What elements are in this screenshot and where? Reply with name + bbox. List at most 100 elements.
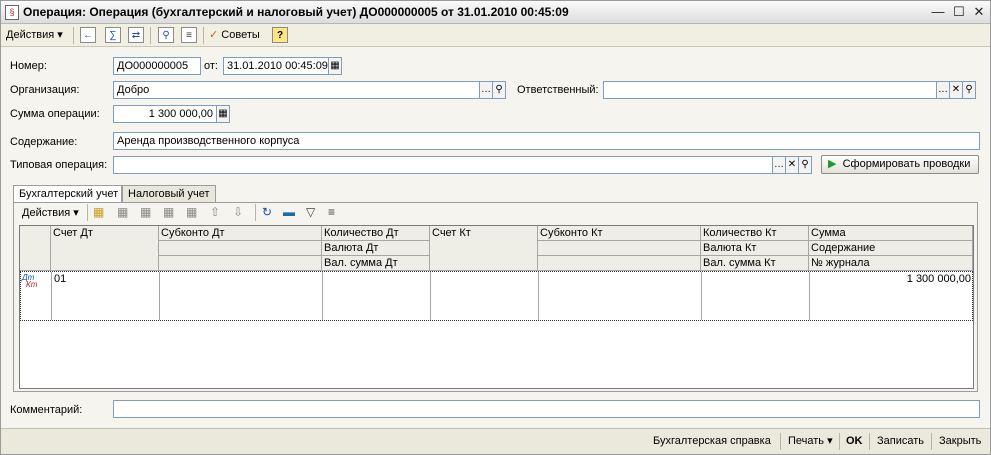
date-label: от: [204,60,218,72]
footer-bar: Бухгалтерская справка Печать ▾ OK Записа… [1,428,990,454]
header-valuta-kt[interactable]: Валюта Кт [701,241,809,256]
search-icon[interactable]: ⚲ [799,156,812,174]
org-label: Организация: [10,84,80,96]
header-soderzhanie[interactable]: Содержание [809,241,973,256]
move-down-icon[interactable]: ⇩ [233,205,243,219]
document-icon: § [5,5,19,20]
sum-label: Сумма операции: [10,108,100,120]
date-field[interactable]: 31.01.2010 00:45:09 [223,57,329,75]
actions-menu-button[interactable]: Действия ▾ [6,26,63,44]
cell-subkonto-kt[interactable] [539,272,702,320]
filter-icon[interactable]: ▽ [306,205,315,219]
typical-field[interactable] [113,156,773,174]
play-icon: ▶ [828,158,837,170]
refresh-icon[interactable]: ↻ [262,205,272,219]
row-indicator: Дт Кт [21,272,52,320]
search-icon[interactable]: ⚲ [493,81,506,99]
delete-row-icon[interactable]: ▦ [163,205,174,219]
structure-icon[interactable]: ⇄ [128,27,144,43]
content-label: Содержание: [10,136,78,148]
maximize-icon[interactable]: ☐ [951,4,967,20]
ok-button[interactable]: OK [846,434,863,448]
comment-label: Комментарий: [10,404,83,416]
ellipsis-icon[interactable]: … [937,81,950,99]
cell-kol-kt[interactable] [702,272,810,320]
save-button[interactable]: Записать [877,434,924,448]
responsible-field[interactable] [603,81,937,99]
tab-tax[interactable]: Налоговый учет [122,185,216,202]
comment-field[interactable] [113,400,980,418]
cell-subkonto-dt[interactable] [160,272,323,320]
header-kol-kt[interactable]: Количество Кт [701,226,809,241]
header-kol-dt[interactable]: Количество Дт [322,226,430,241]
edit-row-icon[interactable]: ▦ [140,205,151,219]
number-field[interactable]: ДО000000005 [113,57,201,75]
org-field[interactable]: Добро [113,81,480,99]
dropdown-icon: ▾ [827,435,833,447]
toolbar-separator [150,27,151,44]
table-actions-label: Действия [22,207,71,219]
fill-icon[interactable]: ▬ [283,205,295,219]
move-up-icon[interactable]: ⇧ [210,205,220,219]
typical-label: Типовая операция: [10,159,108,171]
dropdown-icon: ▾ [57,29,63,41]
toolbar-separator [87,204,88,221]
copy-row-icon[interactable]: ▦ [117,205,128,219]
header-valuta-dt[interactable]: Валюта Дт [322,241,430,256]
calendar-icon[interactable]: ▦ [329,57,342,75]
print-button[interactable]: Печать ▾ [788,434,833,448]
ellipsis-icon[interactable]: … [480,81,493,99]
cell-schet-kt[interactable] [431,272,539,320]
footer-separator [869,433,870,450]
tips-icon: ✓ [209,29,219,41]
clear-icon[interactable]: ✕ [786,156,799,174]
clear-icon[interactable]: ✕ [950,81,963,99]
tab-accounting[interactable]: Бухгалтерский учет [13,185,122,203]
toolbar-separator [203,27,204,44]
settings-list-icon[interactable]: ≡ [328,205,335,219]
header-schet-dt[interactable]: Счет Дт [51,226,159,271]
calculator-icon[interactable]: ▦ [217,105,230,123]
post-icon[interactable]: ∑ [105,27,121,43]
operation-window: § Операция: Операция (бухгалтерский и на… [0,0,991,455]
ellipsis-icon[interactable]: … [773,156,786,174]
row-indicator-header [20,226,51,271]
end-edit-icon[interactable]: ▦ [186,205,197,219]
add-row-icon[interactable]: ▦ [93,205,104,219]
header-valsum-dt[interactable]: Вал. сумма Дт [322,256,430,271]
header-schet-kt[interactable]: Счет Кт [430,226,538,271]
back-icon[interactable]: ← [80,27,96,43]
cell-summa[interactable]: 1 300 000,00 [810,272,972,320]
header-journal[interactable]: № журнала [809,256,973,271]
generate-entries-label: Сформировать проводки [842,158,971,170]
close-button[interactable]: Закрыть [939,434,981,448]
header-subkonto-dt-2 [159,241,322,256]
cell-kol-dt[interactable] [323,272,431,320]
header-subkonto-dt-3 [159,256,322,271]
minimize-icon[interactable]: — [930,4,946,20]
footer-separator [839,433,840,450]
report-icon[interactable]: ≡ [181,27,197,43]
header-subkonto-dt[interactable]: Субконто Дт [159,226,322,241]
content-field[interactable]: Аренда производственного корпуса [113,132,980,150]
close-icon[interactable]: ✕ [971,4,987,20]
credit-icon: Кт [26,280,38,289]
tips-button[interactable]: ✓ Советы [209,26,260,44]
search-icon[interactable]: ⚲ [963,81,976,99]
table-actions-button[interactable]: Действия ▾ [22,206,79,220]
help-icon[interactable]: ? [272,27,288,43]
header-subkonto-kt-2 [538,241,701,256]
generate-entries-button[interactable]: ▶ Сформировать проводки [821,155,979,174]
main-toolbar: Действия ▾ ← ∑ ⇄ ⚲ ≡ ✓ Советы ? [1,24,990,47]
actions-menu-label: Действия [6,29,55,41]
cell-schet-dt[interactable]: 01 [52,272,160,320]
header-summa[interactable]: Сумма [809,226,973,241]
table-row[interactable]: Дт Кт 01 1 300 000,00 [20,271,973,321]
header-subkonto-kt[interactable]: Субконто Кт [538,226,701,241]
footer-separator [780,433,781,450]
header-valsum-kt[interactable]: Вал. сумма Кт [701,256,809,271]
footer-separator [931,433,932,450]
reference-button[interactable]: Бухгалтерская справка [653,434,771,448]
preview-icon[interactable]: ⚲ [158,27,174,43]
sum-field[interactable]: 1 300 000,00 [113,105,217,123]
